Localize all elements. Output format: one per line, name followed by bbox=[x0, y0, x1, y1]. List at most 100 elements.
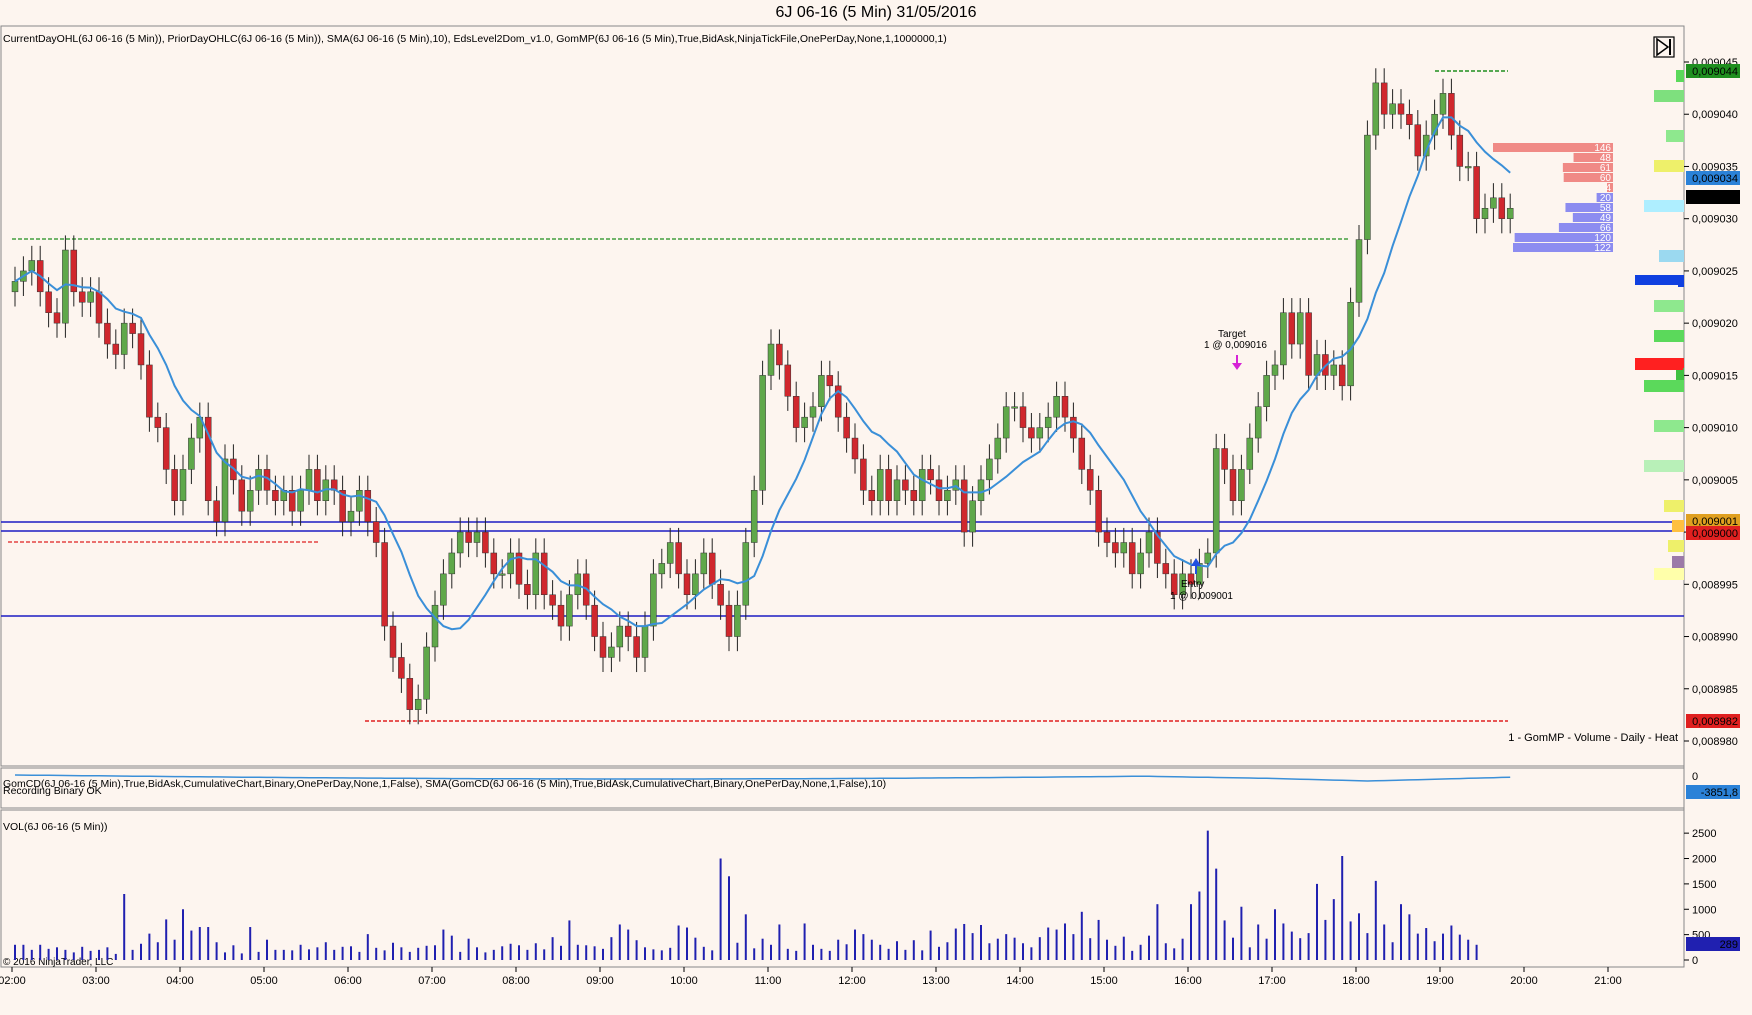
y-tick-label: 0,009005 bbox=[1692, 475, 1738, 487]
x-tick-label: 06:00 bbox=[334, 975, 362, 987]
candle bbox=[104, 322, 111, 345]
candle bbox=[297, 490, 304, 512]
candle bbox=[314, 469, 321, 501]
candle bbox=[969, 500, 976, 533]
candle bbox=[885, 469, 892, 501]
candle bbox=[188, 437, 195, 470]
volume-profile-bar bbox=[1672, 520, 1684, 532]
y-tick-label: 0,008990 bbox=[1692, 632, 1738, 644]
candle bbox=[1053, 396, 1060, 418]
candle bbox=[650, 573, 657, 627]
candle bbox=[843, 416, 850, 439]
candle bbox=[591, 604, 598, 637]
candle bbox=[28, 260, 36, 272]
volume-profile-bar bbox=[1654, 160, 1684, 172]
volume-profile-bar bbox=[1654, 568, 1684, 580]
candle bbox=[1128, 542, 1136, 575]
price-badge-label-high: 0,009044 bbox=[1692, 66, 1738, 78]
candle bbox=[750, 490, 758, 543]
x-tick-label: 04:00 bbox=[166, 975, 194, 987]
skip-to-end-icon[interactable] bbox=[1653, 36, 1675, 58]
candle bbox=[1103, 531, 1111, 543]
candle bbox=[918, 469, 926, 501]
candle bbox=[860, 458, 867, 491]
candle bbox=[1490, 197, 1497, 209]
candle bbox=[1212, 448, 1220, 554]
candle bbox=[574, 573, 582, 596]
x-tick-label: 12:00 bbox=[838, 975, 866, 987]
candle bbox=[372, 521, 380, 543]
candle bbox=[1078, 437, 1086, 470]
candle bbox=[53, 312, 61, 324]
price-badge-label-sma: 0,009034 bbox=[1692, 173, 1738, 185]
candle bbox=[986, 458, 993, 481]
candle bbox=[120, 322, 128, 355]
candle bbox=[1364, 134, 1371, 240]
x-tick-label: 18:00 bbox=[1342, 975, 1370, 987]
price-badge-label-vol: 289 bbox=[1720, 939, 1738, 951]
gomcd-zero-label: 0 bbox=[1692, 771, 1698, 783]
candle bbox=[498, 573, 506, 576]
x-tick-label: 20:00 bbox=[1510, 975, 1538, 987]
price-badge-label-low: 0,008982 bbox=[1692, 716, 1738, 728]
candle bbox=[675, 542, 682, 575]
candle bbox=[45, 291, 52, 313]
volume-profile-bar bbox=[1644, 380, 1684, 392]
candle bbox=[1498, 197, 1506, 219]
candle bbox=[641, 625, 649, 658]
x-tick-label: 13:00 bbox=[922, 975, 950, 987]
candle bbox=[473, 531, 481, 543]
candle bbox=[95, 291, 103, 324]
y-tick-label: 0,009030 bbox=[1692, 214, 1738, 226]
candle bbox=[960, 479, 968, 533]
candle bbox=[1246, 437, 1254, 470]
candle bbox=[78, 291, 86, 303]
candle bbox=[137, 333, 145, 366]
candle bbox=[977, 479, 985, 501]
volume-profile-bar bbox=[1666, 130, 1684, 142]
candle bbox=[1506, 207, 1514, 219]
volume-y-tick-label: 2000 bbox=[1692, 854, 1716, 866]
y-tick-label: 0,008985 bbox=[1692, 684, 1738, 696]
volume-profile-bar bbox=[1654, 90, 1684, 102]
candle bbox=[213, 500, 220, 522]
candle bbox=[448, 552, 456, 575]
candle bbox=[1238, 469, 1245, 501]
candle bbox=[658, 563, 666, 575]
target-arrow-icon bbox=[1232, 355, 1242, 370]
candle bbox=[238, 479, 246, 512]
candle bbox=[431, 604, 439, 648]
candle bbox=[1473, 166, 1480, 219]
volume-profile-bar bbox=[1654, 330, 1684, 342]
x-tick-label: 08:00 bbox=[502, 975, 530, 987]
volume-profile-bar bbox=[1654, 420, 1684, 432]
candle bbox=[440, 573, 447, 606]
profile-value-marker bbox=[1635, 358, 1683, 370]
candle bbox=[1120, 542, 1128, 554]
candle bbox=[616, 625, 624, 648]
volume-y-tick-label: 1000 bbox=[1692, 904, 1716, 916]
volume-y-tick-label: 2500 bbox=[1692, 828, 1716, 840]
x-tick-label: 14:00 bbox=[1006, 975, 1034, 987]
candle bbox=[708, 552, 716, 585]
chart-canvas[interactable]: CurrentDayOHL(6J 06-16 (5 Min)), PriorDa… bbox=[0, 0, 1752, 1015]
candle bbox=[1330, 364, 1338, 376]
candle bbox=[683, 573, 691, 596]
candle bbox=[759, 375, 766, 491]
candle bbox=[1288, 312, 1296, 345]
x-tick-label: 03:00 bbox=[82, 975, 110, 987]
candle bbox=[87, 291, 94, 303]
candle bbox=[767, 343, 775, 376]
x-tick-label: 11:00 bbox=[755, 975, 782, 987]
candle bbox=[1296, 312, 1304, 345]
candle bbox=[1380, 82, 1388, 115]
candle bbox=[927, 469, 934, 481]
x-tick-label: 07:00 bbox=[418, 975, 446, 987]
candle bbox=[784, 364, 792, 397]
candle bbox=[1347, 302, 1354, 387]
candle bbox=[868, 490, 876, 501]
candle bbox=[776, 343, 783, 366]
candle bbox=[305, 469, 313, 491]
candle bbox=[398, 657, 405, 679]
candle bbox=[364, 490, 372, 522]
